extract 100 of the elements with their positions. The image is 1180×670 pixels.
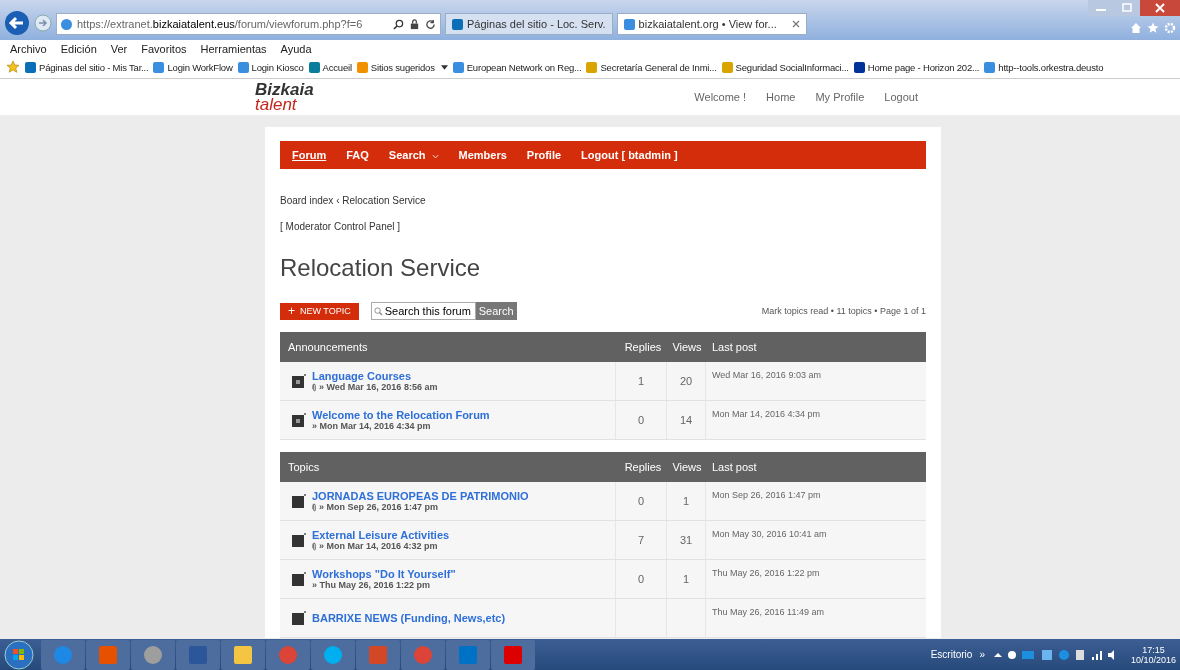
favorite-link[interactable]: European Network on Reg...: [452, 61, 582, 73]
topic-link[interactable]: Workshops "Do It Yourself": [312, 568, 456, 580]
last-post-date: Wed Mar 16, 2016 9:03 am: [712, 370, 821, 380]
nav-link[interactable]: Members: [458, 149, 507, 161]
site-icon: [984, 61, 996, 73]
nav-link[interactable]: Profile: [526, 149, 562, 161]
last-post-date: Mon Mar 14, 2016 4:34 pm: [712, 409, 821, 419]
site-icon: [586, 61, 598, 73]
minimize-icon[interactable]: [1088, 0, 1114, 16]
pagination-text: Mark topics read • 11 topics • Page 1 of 1: [761, 306, 926, 316]
taskbar-app-icon[interactable]: [311, 639, 355, 670]
header-link[interactable]: Home: [766, 91, 796, 103]
view-count: 1: [682, 573, 690, 585]
close-icon[interactable]: [791, 20, 800, 28]
moderator-link[interactable]: [ Moderator Control Panel ]: [280, 221, 926, 232]
topic-link[interactable]: Language Courses: [312, 370, 438, 382]
menu-item[interactable]: Archivo: [10, 43, 47, 55]
favorite-link[interactable]: Login WorkFlow: [153, 61, 233, 73]
clock[interactable]: 17:15 10/10/2016: [1130, 644, 1176, 665]
favorite-link[interactable]: Páginas del sitio - Mis Tar...: [25, 61, 149, 73]
forum-title: Relocation Service: [280, 254, 482, 282]
desktop-toolbar-label[interactable]: Escritorio: [930, 649, 973, 660]
nav-link[interactable]: Search: [388, 149, 439, 161]
post-info: » Thu May 26, 2016 1:22 pm: [312, 580, 432, 590]
start-button-icon[interactable]: [4, 639, 34, 670]
topic-link[interactable]: External Leisure Activities: [312, 529, 450, 541]
menu-item[interactable]: Ver: [110, 43, 128, 55]
paperclip-icon: [312, 541, 317, 551]
post-info: » Mon Mar 14, 2016 4:34 pm: [312, 421, 432, 431]
search-field[interactable]: Search this forum: [370, 302, 476, 320]
back-icon[interactable]: [4, 10, 30, 36]
section-header: Topics Replies Views Last post: [280, 452, 926, 482]
site-icon: [452, 61, 464, 73]
topic-icon: [292, 494, 306, 508]
nav-link[interactable]: Logout [ btadmin ]: [581, 149, 678, 161]
menu-item[interactable]: Herramientas: [200, 43, 267, 55]
site-icon: [308, 61, 320, 73]
taskbar-app-icon[interactable]: [41, 639, 85, 670]
post-info: » Mon Mar 14, 2016 4:32 pm: [312, 541, 450, 551]
topic-icon: [292, 572, 306, 586]
reply-count: 0: [637, 414, 645, 426]
site-icon: [721, 61, 733, 73]
announcement-icon: [292, 374, 306, 388]
header-link[interactable]: Logout: [884, 91, 918, 103]
favorite-link[interactable]: Login Kiosco: [237, 61, 304, 73]
site-icon: [452, 18, 463, 30]
favorite-link[interactable]: Sitios sugeridos: [356, 61, 448, 73]
star-icon[interactable]: [6, 60, 20, 74]
favorite-link[interactable]: Secretaría General de Inmi...: [586, 61, 717, 73]
nav-link[interactable]: Forum: [292, 149, 327, 161]
view-count: 14: [679, 414, 693, 426]
home-icon[interactable]: [1130, 22, 1142, 34]
lock-icon: [409, 18, 420, 30]
taskbar-app-icon[interactable]: [131, 639, 175, 670]
topic-link[interactable]: Welcome to the Relocation Forum: [312, 409, 490, 421]
topic-link[interactable]: BARRIXE NEWS (Funding, News,etc): [312, 612, 506, 624]
search-button[interactable]: Search: [475, 302, 517, 320]
address-bar[interactable]: https://extranet.bizkaiatalent.eus/forum/viewforum.php?f=6: [56, 13, 441, 35]
menu-item[interactable]: Favoritos: [141, 43, 187, 55]
paperclip-icon: [312, 382, 317, 392]
paperclip-icon: [312, 502, 317, 512]
menu-item[interactable]: Ayuda: [280, 43, 312, 55]
favorite-link[interactable]: Seguridad SocialInformaci...: [721, 61, 849, 73]
site-icon: [237, 61, 249, 73]
caret-icon: [440, 64, 448, 70]
topic-icon: [292, 533, 306, 547]
browser-tab[interactable]: Páginas del sitio - Loc. Serv.: [445, 13, 613, 35]
post-info: » Wed Mar 16, 2016 8:56 am: [312, 382, 438, 392]
favorite-link[interactable]: Home page - Horizon 202...: [853, 61, 980, 73]
view-count: 20: [679, 375, 693, 387]
forward-icon[interactable]: [34, 14, 52, 32]
breadcrumb[interactable]: Board index ‹ Relocation Service: [280, 195, 926, 206]
last-post-date: Thu May 26, 2016 11:49 am: [712, 607, 824, 617]
topic-icon: [292, 611, 306, 625]
last-post-date: Mon Sep 26, 2016 1:47 pm: [712, 490, 821, 500]
site-icon: [25, 61, 36, 73]
reply-count: 0: [637, 573, 645, 585]
star-icon[interactable]: [1147, 22, 1159, 34]
section-header: Announcements Replies Views Last post: [280, 332, 926, 362]
site-logo[interactable]: Bizkaia talent: [255, 82, 345, 112]
site-icon: [623, 18, 635, 30]
welcome-text: Welcome !: [694, 91, 747, 103]
taskbar-app-icon[interactable]: [221, 639, 265, 670]
nav-link[interactable]: FAQ: [346, 149, 369, 161]
header-link[interactable]: My Profile: [815, 91, 865, 103]
new-topic-button[interactable]: + NEW TOPIC: [280, 302, 359, 320]
maximize-icon[interactable]: [1114, 0, 1140, 16]
close-icon[interactable]: [1140, 0, 1180, 16]
toolbar-expand[interactable]: »: [979, 649, 985, 660]
last-post-date: Thu May 26, 2016 1:22 pm: [712, 568, 820, 578]
favorite-link[interactable]: http--tools.orkestra.deusto: [984, 61, 1104, 73]
settings-icon[interactable]: [1164, 22, 1176, 34]
topic-link[interactable]: JORNADAS EUROPEAS DE PATRIMONIO: [312, 490, 529, 502]
browser-tab[interactable]: bizkaiatalent.org • View for...: [616, 13, 807, 35]
reply-count: 0: [637, 495, 645, 507]
favorite-link[interactable]: Accueil: [308, 61, 352, 73]
reply-count: 1: [637, 375, 645, 387]
menu-item[interactable]: Edición: [60, 43, 97, 55]
refresh-icon[interactable]: [425, 18, 436, 30]
taskbar-app-icon[interactable]: [86, 639, 130, 670]
